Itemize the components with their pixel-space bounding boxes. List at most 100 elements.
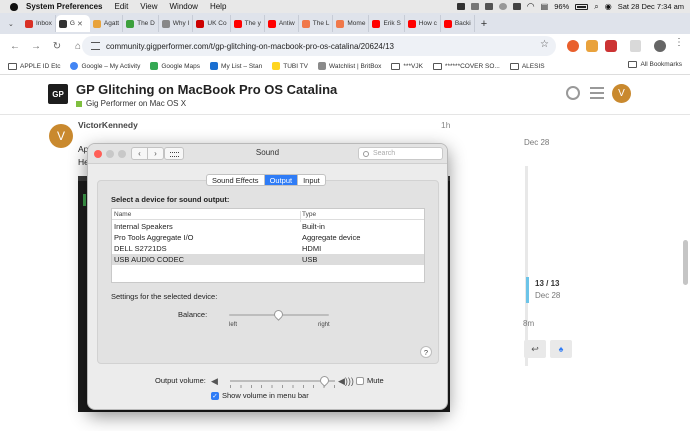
bookmark-stan[interactable]: My List – Stan — [210, 62, 262, 70]
tab-the-d[interactable]: The D — [123, 15, 159, 32]
extension-icon-2[interactable] — [586, 40, 598, 52]
tab-input[interactable]: Input — [298, 175, 325, 185]
tab-search-chevron-icon[interactable]: ⌄ — [8, 20, 18, 28]
topic-title[interactable]: GP Glitching on MacBook Pro OS Catalina — [76, 82, 337, 97]
timeline-date: Dec 28 — [535, 291, 561, 300]
tab-the-y[interactable]: The y — [231, 15, 265, 32]
status-app-icon-5[interactable] — [512, 3, 521, 10]
siri-icon[interactable]: ◉ — [605, 2, 612, 11]
more-menu-icon[interactable]: ⋮ — [674, 37, 686, 49]
search-icon[interactable] — [566, 86, 580, 100]
wifi-icon[interactable]: ◠ — [527, 1, 535, 12]
hamburger-menu-icon[interactable] — [590, 87, 604, 99]
tab-why-i[interactable]: Why I — [159, 15, 194, 32]
gigperformer-logo[interactable]: GP — [48, 84, 68, 104]
tab-the-l[interactable]: The L — [299, 15, 334, 32]
post-author-name[interactable]: VictorKennedy — [78, 120, 138, 130]
tab-erik-s[interactable]: Erik S — [369, 15, 405, 32]
profile-avatar[interactable] — [654, 40, 666, 52]
menu-app-name[interactable]: System Preferences — [26, 2, 103, 11]
bookmark-google-activity[interactable]: Google – My Activity — [70, 62, 140, 70]
status-app-icon-2[interactable] — [470, 3, 479, 10]
gigperformer-icon — [58, 19, 67, 28]
balance-slider[interactable] — [229, 308, 329, 321]
output-volume-slider[interactable] — [230, 374, 335, 387]
column-name-header[interactable]: Name — [114, 211, 131, 218]
address-bar[interactable]: community.gigperformer.com/t/gp-glitchin… — [82, 36, 556, 56]
settings-heading: Settings for the selected device: — [111, 292, 218, 301]
forward-arrow-icon[interactable]: → — [30, 41, 42, 52]
site-favicon-icon — [161, 19, 170, 28]
bookmark-google-maps[interactable]: Google Maps — [150, 62, 200, 70]
status-app-icon-3[interactable] — [484, 3, 493, 10]
timeline-handle[interactable] — [526, 277, 529, 303]
bookmark-tubi[interactable]: TUBI TV — [272, 62, 308, 70]
close-tab-icon[interactable]: ✕ — [77, 20, 83, 28]
balance-slider-thumb[interactable] — [272, 308, 285, 321]
battery-icon[interactable] — [575, 3, 589, 10]
all-bookmarks[interactable]: All Bookmarks — [628, 61, 682, 68]
bookmark-cover-songs[interactable]: ******COVER SO... — [432, 62, 500, 70]
extension-icon-3[interactable] — [605, 40, 617, 52]
youtube-icon — [443, 19, 452, 28]
address-url[interactable]: community.gigperformer.com/t/gp-glitchin… — [106, 42, 394, 51]
back-arrow-icon[interactable]: ← — [9, 41, 21, 52]
status-app-icon[interactable] — [456, 3, 465, 10]
device-row-dell[interactable]: DELL S2721DS HDMI — [112, 243, 424, 254]
extensions-puzzle-icon[interactable] — [630, 40, 641, 52]
tab-backi[interactable]: Backi — [441, 15, 475, 32]
google-maps-icon — [150, 62, 159, 70]
reply-button[interactable]: ↩ — [524, 340, 546, 358]
menu-view[interactable]: View — [140, 2, 157, 11]
tab-mome[interactable]: Mome — [333, 15, 370, 32]
mute-checkbox[interactable] — [356, 377, 364, 385]
preferences-search-input[interactable]: Search — [358, 147, 443, 160]
column-type-header[interactable]: Type — [302, 211, 316, 218]
topic-category[interactable]: Gig Performer on Mac OS X — [76, 99, 186, 108]
reply-arrow-icon: ↩ — [531, 343, 539, 354]
tab-uk-co[interactable]: UK Co — [193, 15, 231, 32]
menu-bar-clock[interactable]: Sat 28 Dec 7:34 am — [618, 2, 684, 11]
tab-output[interactable]: Output — [264, 175, 299, 185]
page-scrollbar[interactable] — [683, 240, 688, 285]
notification-bell-button[interactable]: ♠ — [550, 340, 572, 358]
help-button[interactable]: ? — [420, 346, 432, 358]
site-info-icon[interactable] — [91, 42, 100, 50]
bookmark-apple-id[interactable]: APPLE ID Etc — [8, 62, 60, 70]
tab-sound-effects[interactable]: Sound Effects — [207, 175, 265, 185]
device-row-usb-audio-codec[interactable]: USB AUDIO CODEC USB — [112, 254, 424, 265]
timeline-track[interactable] — [525, 166, 528, 366]
tab-agatt[interactable]: Agatt — [90, 15, 124, 32]
image-highlight — [83, 194, 86, 206]
tab-inbox[interactable]: Inbox — [22, 15, 56, 32]
volume-slider-ticks — [230, 385, 335, 388]
bookmark-star-icon[interactable]: ☆ — [540, 39, 549, 50]
control-center-icon[interactable]: ▤ — [541, 2, 549, 11]
bookmark-vjk[interactable]: ***VJK — [391, 62, 423, 70]
post-author-avatar[interactable]: V — [49, 124, 73, 148]
reload-icon[interactable]: ↻ — [51, 41, 63, 52]
menu-window[interactable]: Window — [170, 2, 198, 11]
show-volume-checkbox[interactable]: ✓ — [211, 392, 219, 400]
tab-how-c[interactable]: How c — [405, 15, 441, 32]
menu-edit[interactable]: Edit — [115, 2, 129, 11]
extension-icon[interactable] — [567, 40, 579, 52]
device-row-internal-speakers[interactable]: Internal Speakers Built-in — [112, 221, 424, 232]
timeline-top-date[interactable]: Dec 28 — [524, 138, 549, 147]
bookmark-britbox[interactable]: Watchlist | BritBox — [318, 62, 381, 70]
tab-active-gigperformer[interactable]: G ✕ — [55, 15, 90, 32]
user-avatar[interactable]: V — [612, 84, 631, 103]
timeline-last-activity[interactable]: 8m — [523, 319, 534, 328]
bookmark-alesis[interactable]: ALESIS — [509, 62, 545, 70]
status-app-icon-4[interactable] — [498, 3, 507, 10]
folder-icon — [628, 61, 638, 68]
device-type: HDMI — [302, 244, 322, 253]
menu-help[interactable]: Help — [210, 2, 226, 11]
window-titlebar[interactable]: ‹ › Sound Search — [88, 144, 447, 164]
apple-logo-icon[interactable] — [10, 2, 18, 11]
tab-antiw[interactable]: Antiw — [265, 15, 299, 32]
spotlight-search-icon[interactable]: ⌕ — [594, 2, 598, 12]
post-time[interactable]: 1h — [441, 120, 450, 130]
new-tab-plus-icon[interactable]: + — [481, 18, 487, 30]
device-row-pro-tools[interactable]: Pro Tools Aggregate I/O Aggregate device — [112, 232, 424, 243]
